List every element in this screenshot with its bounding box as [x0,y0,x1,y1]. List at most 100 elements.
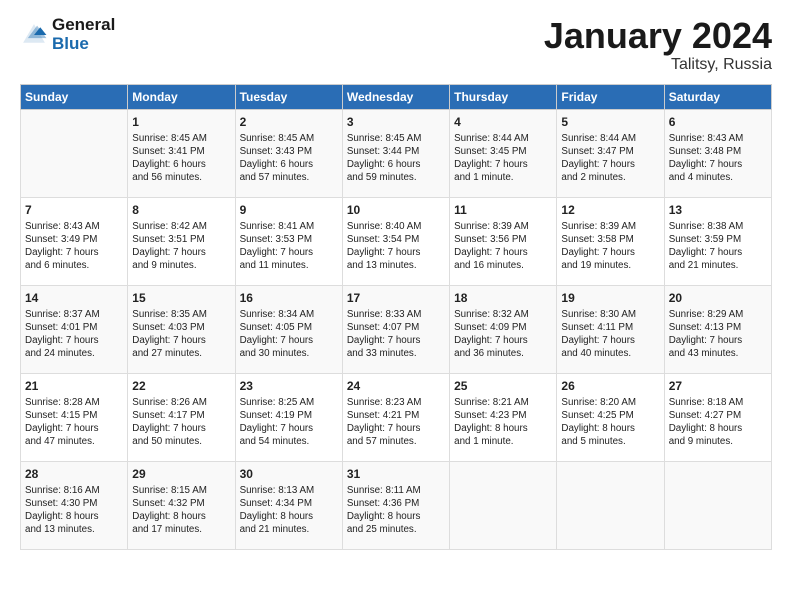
day-number: 6 [669,114,767,130]
week-row-3: 14Sunrise: 8:37 AM Sunset: 4:01 PM Dayli… [21,285,772,373]
week-row-1: 1Sunrise: 8:45 AM Sunset: 3:41 PM Daylig… [21,109,772,197]
day-number: 15 [132,290,230,306]
day-info: Sunrise: 8:39 AM Sunset: 3:56 PM Dayligh… [454,220,552,273]
day-number: 10 [347,202,445,218]
col-header-wednesday: Wednesday [342,84,449,109]
day-cell: 1Sunrise: 8:45 AM Sunset: 3:41 PM Daylig… [128,109,235,197]
day-info: Sunrise: 8:23 AM Sunset: 4:21 PM Dayligh… [347,396,445,449]
day-info: Sunrise: 8:44 AM Sunset: 3:47 PM Dayligh… [561,132,659,185]
day-cell: 16 Sunrise: 8:34 AM Sunset: 4:05 PM Dayli… [235,285,342,373]
day-info: Sunrise: 8:37 AM Sunset: 4:01 PM Dayligh… [25,308,123,361]
day-info: Sunrise: 8:26 AM Sunset: 4:17 PM Dayligh… [132,396,230,449]
day-number: 23 [240,378,338,394]
day-info: Sunrise: 8:41 AM Sunset: 3:53 PM Dayligh… [240,220,338,273]
day-cell: 19 Sunrise: 8:30 AM Sunset: 4:11 PM Dayli… [557,285,664,373]
day-number: 31 [347,466,445,482]
header-row: SundayMondayTuesdayWednesdayThursdayFrid… [21,84,772,109]
col-header-tuesday: Tuesday [235,84,342,109]
day-info: Sunrise: 8:32 AM Sunset: 4:09 PM Dayligh… [454,308,552,361]
day-number: 30 [240,466,338,482]
day-cell: 5Sunrise: 8:44 AM Sunset: 3:47 PM Daylig… [557,109,664,197]
day-cell [21,109,128,197]
day-cell: 30Sunrise: 8:13 AM Sunset: 4:34 PM Dayli… [235,461,342,549]
day-cell: 13 Sunrise: 8:38 AM Sunset: 3:59 PM Dayli… [664,197,771,285]
day-number: 18 [454,290,552,306]
day-number: 13 [669,202,767,218]
week-row-2: 7 Sunrise: 8:43 AM Sunset: 3:49 PM Daylig… [21,197,772,285]
day-number: 24 [347,378,445,394]
day-info: Sunrise: 8:20 AM Sunset: 4:25 PM Dayligh… [561,396,659,449]
day-number: 28 [25,466,123,482]
day-number: 12 [561,202,659,218]
day-info: Sunrise: 8:35 AM Sunset: 4:03 PM Dayligh… [132,308,230,361]
day-number: 29 [132,466,230,482]
day-cell: 24 Sunrise: 8:23 AM Sunset: 4:21 PM Dayli… [342,373,449,461]
day-number: 11 [454,202,552,218]
day-cell: 28 Sunrise: 8:16 AM Sunset: 4:30 PM Dayli… [21,461,128,549]
day-cell: 15 Sunrise: 8:35 AM Sunset: 4:03 PM Dayli… [128,285,235,373]
day-cell: 6 Sunrise: 8:43 AM Sunset: 3:48 PM Daylig… [664,109,771,197]
col-header-thursday: Thursday [450,84,557,109]
day-cell: 2 Sunrise: 8:45 AM Sunset: 3:43 PM Daylig… [235,109,342,197]
day-number: 19 [561,290,659,306]
day-number: 9 [240,202,338,218]
day-number: 21 [25,378,123,394]
day-number: 16 [240,290,338,306]
day-number: 8 [132,202,230,218]
day-number: 4 [454,114,552,130]
day-cell: 14Sunrise: 8:37 AM Sunset: 4:01 PM Dayli… [21,285,128,373]
day-cell: 8 Sunrise: 8:42 AM Sunset: 3:51 PM Daylig… [128,197,235,285]
day-info: Sunrise: 8:38 AM Sunset: 3:59 PM Dayligh… [669,220,767,273]
location-subtitle: Talitsy, Russia [544,56,772,74]
day-cell: 11 Sunrise: 8:39 AM Sunset: 3:56 PM Dayli… [450,197,557,285]
day-number: 7 [25,202,123,218]
day-info: Sunrise: 8:43 AM Sunset: 3:48 PM Dayligh… [669,132,767,185]
day-info: Sunrise: 8:33 AM Sunset: 4:07 PM Dayligh… [347,308,445,361]
day-cell: 3 Sunrise: 8:45 AM Sunset: 3:44 PM Daylig… [342,109,449,197]
header: General Blue January 2024 Talitsy, Russi… [20,16,772,74]
day-cell: 7 Sunrise: 8:43 AM Sunset: 3:49 PM Daylig… [21,197,128,285]
day-cell: 20Sunrise: 8:29 AM Sunset: 4:13 PM Dayli… [664,285,771,373]
day-number: 22 [132,378,230,394]
day-number: 17 [347,290,445,306]
day-info: Sunrise: 8:40 AM Sunset: 3:54 PM Dayligh… [347,220,445,273]
day-number: 3 [347,114,445,130]
day-info: Sunrise: 8:45 AM Sunset: 3:44 PM Dayligh… [347,132,445,185]
day-info: Sunrise: 8:44 AM Sunset: 3:45 PM Dayligh… [454,132,552,185]
day-info: Sunrise: 8:28 AM Sunset: 4:15 PM Dayligh… [25,396,123,449]
day-cell: 18 Sunrise: 8:32 AM Sunset: 4:09 PM Dayli… [450,285,557,373]
day-info: Sunrise: 8:30 AM Sunset: 4:11 PM Dayligh… [561,308,659,361]
week-row-4: 21 Sunrise: 8:28 AM Sunset: 4:15 PM Dayli… [21,373,772,461]
day-cell: 27 Sunrise: 8:18 AM Sunset: 4:27 PM Dayli… [664,373,771,461]
page: General Blue January 2024 Talitsy, Russi… [0,0,792,560]
day-number: 2 [240,114,338,130]
day-number: 26 [561,378,659,394]
day-info: Sunrise: 8:25 AM Sunset: 4:19 PM Dayligh… [240,396,338,449]
day-cell: 9 Sunrise: 8:41 AM Sunset: 3:53 PM Daylig… [235,197,342,285]
day-number: 25 [454,378,552,394]
logo: General Blue [20,16,115,53]
day-cell: 26 Sunrise: 8:20 AM Sunset: 4:25 PM Dayli… [557,373,664,461]
day-cell [664,461,771,549]
day-cell: 10 Sunrise: 8:40 AM Sunset: 3:54 PM Dayli… [342,197,449,285]
logo-text: General Blue [52,16,115,53]
week-row-5: 28 Sunrise: 8:16 AM Sunset: 4:30 PM Dayli… [21,461,772,549]
day-cell: 29Sunrise: 8:15 AM Sunset: 4:32 PM Dayli… [128,461,235,549]
day-number: 20 [669,290,767,306]
day-info: Sunrise: 8:11 AM Sunset: 4:36 PM Dayligh… [347,484,445,537]
day-cell [450,461,557,549]
day-cell: 17 Sunrise: 8:33 AM Sunset: 4:07 PM Dayli… [342,285,449,373]
calendar-table: SundayMondayTuesdayWednesdayThursdayFrid… [20,84,772,550]
day-cell: 23 Sunrise: 8:25 AM Sunset: 4:19 PM Dayli… [235,373,342,461]
day-cell: 21 Sunrise: 8:28 AM Sunset: 4:15 PM Dayli… [21,373,128,461]
col-header-saturday: Saturday [664,84,771,109]
day-number: 27 [669,378,767,394]
day-info: Sunrise: 8:18 AM Sunset: 4:27 PM Dayligh… [669,396,767,449]
day-info: Sunrise: 8:45 AM Sunset: 3:43 PM Dayligh… [240,132,338,185]
day-info: Sunrise: 8:42 AM Sunset: 3:51 PM Dayligh… [132,220,230,273]
day-info: Sunrise: 8:34 AM Sunset: 4:05 PM Dayligh… [240,308,338,361]
col-header-friday: Friday [557,84,664,109]
day-info: Sunrise: 8:43 AM Sunset: 3:49 PM Dayligh… [25,220,123,273]
day-info: Sunrise: 8:16 AM Sunset: 4:30 PM Dayligh… [25,484,123,537]
day-cell: 4 Sunrise: 8:44 AM Sunset: 3:45 PM Daylig… [450,109,557,197]
